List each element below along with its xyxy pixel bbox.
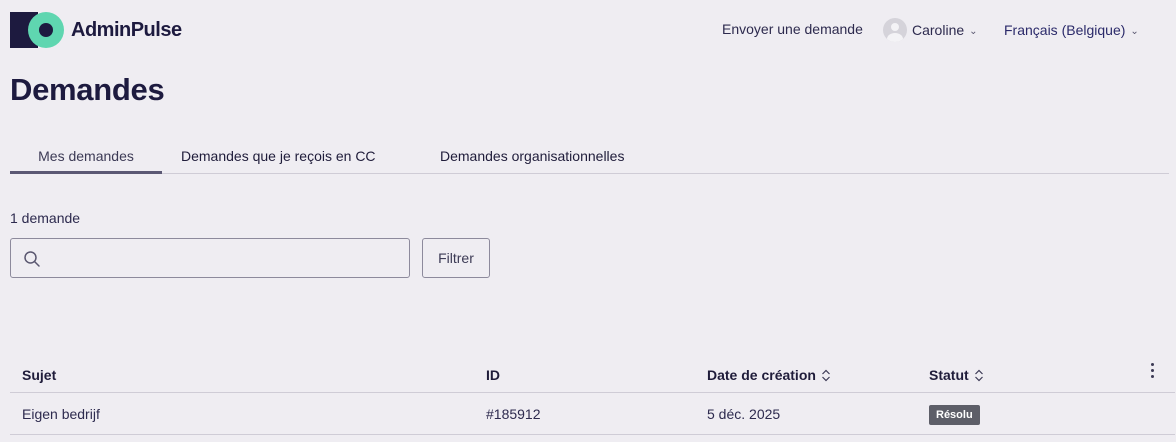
page-title: Demandes [10,72,165,107]
cell-created: 5 déc. 2025 [707,406,781,422]
requests-table: Sujet ID Date de création Statut Eigen b… [10,355,1175,435]
page: AdminPulse Envoyer une demande Caroline … [0,0,1176,442]
filter-button[interactable]: Filtrer [422,238,490,278]
tab-cc-requests[interactable]: Demandes que je reçois en CC [181,140,393,174]
chevron-down-icon: ⌄ [1130,25,1139,37]
language-label: Français (Belgique) [1004,22,1126,38]
user-menu[interactable]: Caroline ⌄ [883,18,978,42]
tab-organizational-requests[interactable]: Demandes organisationnelles [440,140,640,174]
sort-icon [974,369,983,381]
status-badge: Résolu [929,405,980,425]
user-name: Caroline [912,22,965,38]
search-icon [24,251,40,267]
cell-id: #185912 [486,406,541,422]
send-request-link[interactable]: Envoyer une demande [722,21,863,37]
search-input[interactable] [53,239,403,277]
search-box [10,238,410,278]
cell-subject: Eigen bedrijf [22,406,100,422]
table-row[interactable]: Eigen bedrijf #185912 5 déc. 2025 Résolu [10,393,1175,435]
language-selector[interactable]: Français (Belgique) ⌄ [1004,22,1139,38]
sort-icon [822,369,830,381]
tab-my-requests[interactable]: Mes demandes [10,140,162,174]
results-count: 1 demande [10,210,81,226]
column-header-status[interactable]: Statut [929,367,984,383]
chevron-down-icon: ⌄ [969,25,978,37]
column-header-subject: Sujet [22,367,57,383]
column-header-created[interactable]: Date de création [707,367,831,383]
logo-text: AdminPulse [71,18,182,41]
logo[interactable]: AdminPulse [10,12,182,48]
header: AdminPulse Envoyer une demande Caroline … [0,0,1176,64]
logo-mark-icon [10,12,64,48]
column-header-id: ID [486,367,500,383]
tab-bar: Mes demandes Demandes que je reçois en C… [10,140,1169,174]
table-header: Sujet ID Date de création Statut [10,355,1175,393]
kebab-menu-icon[interactable] [1146,363,1158,381]
avatar-icon [883,18,907,42]
